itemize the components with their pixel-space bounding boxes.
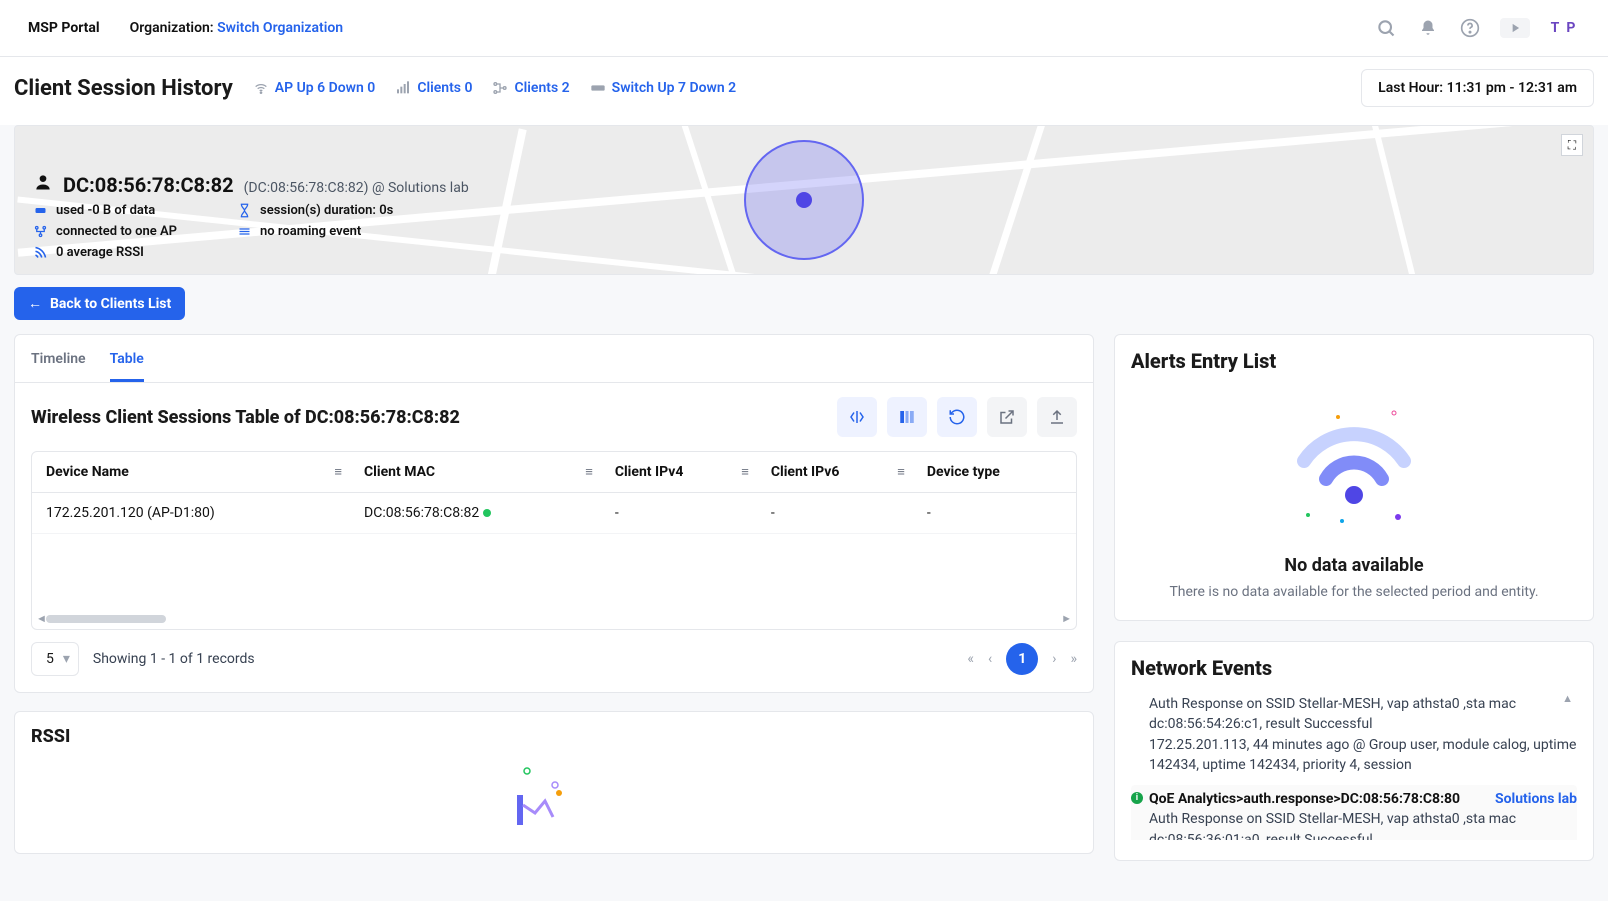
cell-ipv6: - <box>757 493 913 534</box>
table-row[interactable]: 172.25.201.120 (AP-D1:80) DC:08:56:78:C8… <box>32 493 1076 534</box>
columns-button[interactable] <box>887 397 927 437</box>
column-menu-icon[interactable]: ≡ <box>585 464 593 480</box>
status-dot-icon <box>483 509 491 517</box>
organization-label: Organization: <box>130 20 214 36</box>
switch-status-link[interactable]: Switch Up 7 Down 2 <box>590 80 737 96</box>
col-client-ipv6[interactable]: Client IPv6≡ <box>757 452 913 493</box>
first-page-icon[interactable]: « <box>967 651 974 667</box>
sessions-table: Device Name≡ Client MAC≡ Client IPv4≡ Cl… <box>32 452 1076 533</box>
cell-device-type: - <box>913 493 1076 534</box>
next-page-icon[interactable]: › <box>1052 651 1056 667</box>
stat-ap: connected to one AP <box>56 224 177 239</box>
alerts-title: Alerts Entry List <box>1131 349 1577 373</box>
autosize-columns-button[interactable] <box>837 397 877 437</box>
rssi-title: RSSI <box>31 726 1077 747</box>
tab-table[interactable]: Table <box>110 345 144 382</box>
client-mac-heading: DC:08:56:78:C8:82 <box>63 173 234 197</box>
switch-icon <box>590 80 606 96</box>
rssi-card: RSSI <box>14 711 1094 854</box>
column-menu-icon[interactable]: ≡ <box>741 464 749 480</box>
switch-status-text: Switch Up 7 Down 2 <box>612 80 737 96</box>
stat-roam: no roaming event <box>260 224 361 239</box>
stat-data: used -0 B of data <box>56 203 155 218</box>
avatar[interactable]: T P <box>1548 12 1580 44</box>
switch-organization-link[interactable]: Switch Organization <box>217 20 343 36</box>
last-page-icon[interactable]: » <box>1070 651 1077 667</box>
cell-device-name: 172.25.201.120 (AP-D1:80) <box>32 493 350 534</box>
tab-timeline[interactable]: Timeline <box>31 345 86 382</box>
event-item[interactable]: i QoE Analytics>auth.response>DC:08:56:7… <box>1131 785 1577 840</box>
clients2-link[interactable]: Clients 2 <box>492 80 569 96</box>
horizontal-scrollbar[interactable] <box>46 615 166 623</box>
signal-icon <box>395 80 411 96</box>
column-menu-icon[interactable]: ≡ <box>334 464 342 480</box>
export-button[interactable] <box>987 397 1027 437</box>
network-events-title: Network Events <box>1131 656 1577 680</box>
event-header: QoE Analytics>auth.response>DC:08:56:78:… <box>1149 791 1460 807</box>
roaming-icon <box>237 224 252 239</box>
stat-duration: session(s) duration: 0s <box>260 203 393 218</box>
clients0-link[interactable]: Clients 0 <box>395 80 472 96</box>
user-icon <box>33 172 53 192</box>
map-panel: ⛶ DC:08:56:78:C8:82 (DC:08:56:78:C8:82) … <box>14 125 1594 275</box>
prev-page-icon[interactable]: ‹ <box>988 651 992 667</box>
clients0-text: Clients 0 <box>417 80 472 96</box>
table-title: Wireless Client Sessions Table of DC:08:… <box>31 407 460 428</box>
time-range-picker[interactable]: Last Hour: 11:31 pm - 12:31 am <box>1361 69 1594 107</box>
stat-rssi: 0 average RSSI <box>56 245 144 260</box>
col-client-ipv4[interactable]: Client IPv4≡ <box>601 452 757 493</box>
event-item[interactable]: Auth Response on SSID Stellar-MESH, vap … <box>1131 690 1577 785</box>
table-scroll-area: ◄ ► <box>32 533 1076 629</box>
wifi-illustration-icon <box>1131 379 1577 549</box>
hourglass-icon <box>237 203 252 218</box>
help-icon[interactable] <box>1458 16 1482 40</box>
ap-connection-icon <box>33 224 48 239</box>
event-text: Auth Response on SSID Stellar-MESH, vap … <box>1149 694 1577 735</box>
nodata-title: No data available <box>1131 555 1577 576</box>
cell-client-mac: DC:08:56:78:C8:82 <box>350 493 601 534</box>
ap-status-text: AP Up 6 Down 0 <box>275 80 376 96</box>
cell-ipv4: - <box>601 493 757 534</box>
page-title: Client Session History <box>14 76 233 101</box>
nodata-subtitle: There is no data available for the selec… <box>1131 584 1577 600</box>
scroll-right-icon[interactable]: ► <box>1061 612 1072 625</box>
rssi-placeholder-icon <box>509 767 599 827</box>
event-source-link[interactable]: Solutions lab <box>1495 789 1577 809</box>
topology-icon <box>492 80 508 96</box>
bell-icon[interactable] <box>1416 16 1440 40</box>
brand: MSP Portal <box>28 20 100 36</box>
back-button-label: Back to Clients List <box>50 296 171 312</box>
refresh-button[interactable] <box>937 397 977 437</box>
data-usage-icon <box>33 203 48 218</box>
clients2-text: Clients 2 <box>514 80 569 96</box>
ap-status-link[interactable]: AP Up 6 Down 0 <box>253 80 376 96</box>
video-icon[interactable] <box>1500 18 1530 38</box>
column-menu-icon[interactable]: ≡ <box>897 464 905 480</box>
col-device-type[interactable]: Device type <box>913 452 1076 493</box>
info-dot-icon: i <box>1131 792 1143 804</box>
pagination-info: Showing 1 - 1 of 1 records <box>93 651 255 667</box>
client-summary: DC:08:56:78:C8:82 (DC:08:56:78:C8:82) @ … <box>33 172 469 260</box>
back-to-clients-button[interactable]: ← Back to Clients List <box>14 287 185 320</box>
fullscreen-icon[interactable]: ⛶ <box>1561 134 1583 156</box>
alerts-card: Alerts Entry List No data available Ther <box>1114 334 1594 621</box>
network-events-card: Network Events ▲ Auth Response on SSID S… <box>1114 641 1594 861</box>
page-size-select[interactable]: 5 <box>31 642 79 676</box>
sessions-table-card: Timeline Table Wireless Client Sessions … <box>14 334 1094 693</box>
client-mac-sub: (DC:08:56:78:C8:82) @ Solutions lab <box>244 180 469 196</box>
current-page[interactable]: 1 <box>1006 643 1038 675</box>
map-location-marker <box>744 140 864 260</box>
wifi-icon <box>253 80 269 96</box>
upload-button[interactable] <box>1037 397 1077 437</box>
arrow-left-icon: ← <box>28 295 42 312</box>
topbar: MSP Portal Organization: Switch Organiza… <box>0 0 1608 57</box>
search-icon[interactable] <box>1374 16 1398 40</box>
status-bar: Client Session History AP Up 6 Down 0 Cl… <box>0 57 1608 125</box>
event-meta: 172.25.201.113, 44 minutes ago @ Group u… <box>1149 735 1577 776</box>
col-device-name[interactable]: Device Name≡ <box>32 452 350 493</box>
event-text: Auth Response on SSID Stellar-MESH, vap … <box>1149 809 1577 840</box>
rssi-icon <box>33 245 48 260</box>
col-client-mac[interactable]: Client MAC≡ <box>350 452 601 493</box>
